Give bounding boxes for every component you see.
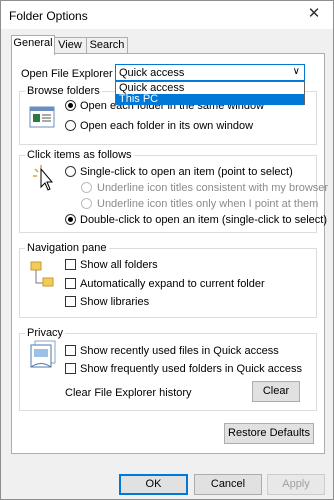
close-icon[interactable]: ✕ (301, 3, 327, 25)
tab-general-label: General (13, 37, 53, 49)
own-window-label: Open each folder in its own window (80, 120, 254, 132)
restore-defaults-button[interactable]: Restore Defaults (224, 423, 314, 444)
tab-search[interactable]: Search (86, 37, 128, 54)
chevron-down-icon: ∨ (292, 66, 300, 77)
folder-options-window: Folder Options ✕ General View Search Ope… (0, 0, 334, 500)
open-explorer-options-list: Quick access This PC (115, 81, 305, 105)
title-bar[interactable]: Folder Options ✕ (1, 1, 333, 29)
tab-view-label: View (58, 39, 82, 51)
underline-browser-label: Underline icon titles consistent with my… (97, 182, 329, 194)
open-explorer-label: Open File Explorer to: (21, 68, 128, 80)
radio-underline-point[interactable] (81, 198, 92, 209)
navigation-pane-legend: Navigation pane (25, 242, 109, 254)
radio-double-click[interactable] (65, 214, 76, 225)
frequent-folders-label: Show frequently used folders in Quick ac… (80, 363, 302, 375)
show-all-folders-label: Show all folders (80, 259, 158, 271)
browse-folders-icon (29, 106, 55, 128)
tab-search-label: Search (89, 39, 125, 51)
pointer-click-icon (33, 165, 54, 191)
clear-button[interactable]: Clear (252, 381, 300, 402)
double-click-label: Double-click to open an item (single-cli… (80, 214, 327, 226)
click-items-legend: Click items as follows (25, 149, 134, 161)
folder-tree-icon (30, 261, 54, 287)
tab-view[interactable]: View (53, 37, 87, 54)
cancel-button[interactable]: Cancel (194, 474, 262, 495)
checkbox-show-all-folders[interactable] (65, 259, 76, 270)
underline-point-label: Underline icon titles only when I point … (97, 198, 319, 210)
radio-same-window[interactable] (65, 100, 76, 111)
privacy-icon (30, 340, 56, 368)
privacy-legend: Privacy (25, 327, 66, 339)
show-libraries-label: Show libraries (80, 296, 150, 308)
checkbox-frequent-folders[interactable] (65, 363, 76, 374)
open-explorer-dropdown[interactable]: Quick access ∨ (115, 64, 305, 81)
radio-own-window[interactable] (65, 120, 76, 131)
expand-current-label: Automatically expand to current folder (80, 278, 265, 290)
ok-button[interactable]: OK (119, 474, 188, 495)
radio-single-click[interactable] (65, 166, 76, 177)
tab-general[interactable]: General (11, 35, 55, 55)
radio-underline-browser[interactable] (81, 182, 92, 193)
browse-folders-legend: Browse folders (25, 85, 102, 97)
single-click-label: Single-click to open an item (point to s… (80, 166, 293, 178)
recent-files-label: Show recently used files in Quick access (80, 345, 279, 357)
open-explorer-selected: Quick access (119, 67, 185, 79)
checkbox-expand-current[interactable] (65, 278, 76, 289)
window-title: Folder Options (9, 9, 88, 23)
clear-history-label: Clear File Explorer history (65, 387, 192, 399)
dropdown-option-this-pc[interactable]: This PC (116, 94, 304, 105)
apply-button[interactable]: Apply (267, 474, 325, 495)
checkbox-recent-files[interactable] (65, 345, 76, 356)
checkbox-show-libraries[interactable] (65, 296, 76, 307)
